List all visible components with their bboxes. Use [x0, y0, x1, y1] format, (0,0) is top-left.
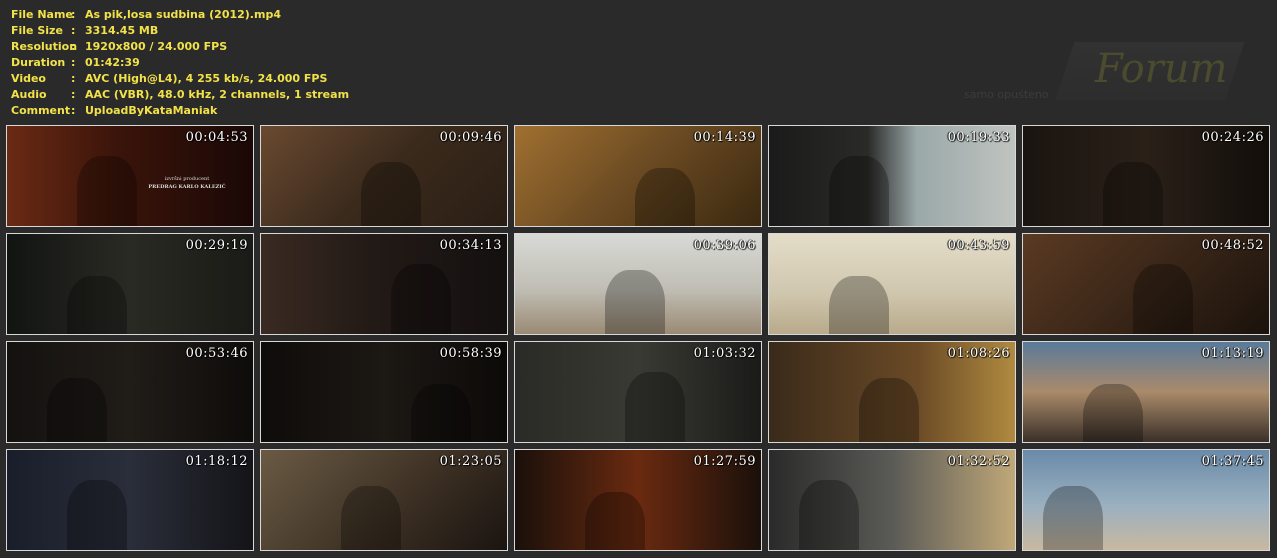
timestamp-label: 00:14:39 [693, 130, 756, 145]
scene-figure [1133, 264, 1193, 334]
scene-figure [799, 480, 859, 550]
info-separator: : [71, 72, 76, 85]
info-row: Duration:01:42:39 [11, 55, 349, 71]
info-row: Resolution:1920x800 / 24.000 FPS [11, 39, 349, 55]
info-row: Audio: AAC (VBR), 48.0 kHz, 2 channels, 1… [11, 87, 349, 103]
info-value: AVC (High@L4), 4 255 kb/s, 24.000 FPS [85, 72, 328, 85]
timestamp-label: 00:39:06 [693, 238, 756, 253]
info-value: As pik,losa sudbina (2012).mp4 [85, 8, 281, 21]
video-thumbnail: 00:09:46 [260, 125, 508, 227]
timestamp-label: 00:19:33 [947, 130, 1010, 145]
scene-figure [1043, 486, 1103, 550]
video-thumbnail: 00:29:19 [6, 233, 254, 335]
scene-figure [859, 378, 919, 442]
info-label: Audio [11, 88, 47, 101]
scene-figure [829, 276, 889, 334]
info-separator: : [71, 88, 76, 101]
info-label: File Size [11, 24, 63, 37]
watermark-title: Forum [1095, 46, 1228, 92]
info-label: Resolution [11, 40, 78, 53]
scene-figure [829, 156, 889, 226]
scene-figure [77, 156, 137, 226]
watermark-subtitle: samo opuśteno [964, 88, 1049, 101]
video-thumbnail: 00:34:13 [260, 233, 508, 335]
video-thumbnail: 00:39:06 [514, 233, 762, 335]
scene-figure [361, 162, 421, 226]
info-value: AAC (VBR), 48.0 kHz, 2 channels, 1 strea… [85, 88, 350, 101]
video-thumbnail: 01:18:12 [6, 449, 254, 551]
scene-figure [585, 492, 645, 550]
info-row: Comment: UploadByKataManiak [11, 103, 349, 119]
info-row: File Name: As pik,losa sudbina (2012).mp4 [11, 7, 349, 23]
timestamp-label: 00:29:19 [185, 238, 248, 253]
info-label: Video [11, 72, 46, 85]
video-thumbnail: 00:43:59 [768, 233, 1016, 335]
video-thumbnail: 00:14:39 [514, 125, 762, 227]
video-thumbnail: 00:53:46 [6, 341, 254, 443]
video-thumbnail: 01:37:45 [1022, 449, 1270, 551]
video-thumbnail: 00:48:52 [1022, 233, 1270, 335]
video-thumbnail: 01:32:52 [768, 449, 1016, 551]
video-thumbnail: 01:13:19 [1022, 341, 1270, 443]
scene-figure [1083, 384, 1143, 442]
info-separator: : [71, 40, 76, 53]
timestamp-label: 01:18:12 [185, 454, 248, 469]
info-row: File Size:3314.45 MB [11, 23, 349, 39]
video-thumbnail: 00:19:33 [768, 125, 1016, 227]
credit-name: PREDRAG KARLO KALEZIĆ [148, 184, 226, 190]
scene-figure [341, 486, 401, 550]
credit-text: izvršni producent PREDRAG KARLO KALEZIĆ [147, 175, 227, 191]
video-thumbnail: 01:08:26 [768, 341, 1016, 443]
forum-watermark: Forum samo opuśteno [960, 40, 1260, 110]
info-value: 3314.45 MB [85, 24, 159, 37]
file-info-panel: File Name: As pik,losa sudbina (2012).mp4… [11, 7, 349, 119]
info-label: Comment [11, 104, 71, 117]
timestamp-label: 01:13:19 [1201, 346, 1264, 361]
timestamp-label: 00:58:39 [439, 346, 502, 361]
info-value: 01:42:39 [85, 56, 140, 69]
info-separator: : [71, 104, 76, 117]
video-thumbnail: 00:58:39 [260, 341, 508, 443]
info-separator: : [71, 8, 76, 21]
video-thumbnail: 01:27:59 [514, 449, 762, 551]
timestamp-label: 00:43:59 [947, 238, 1010, 253]
info-label: File Name [11, 8, 73, 21]
timestamp-label: 00:24:26 [1201, 130, 1264, 145]
info-row: Video: AVC (High@L4), 4 255 kb/s, 24.000 … [11, 71, 349, 87]
video-thumbnail: izvršni producent PREDRAG KARLO KALEZIĆ 00… [6, 125, 254, 227]
timestamp-label: 01:27:59 [693, 454, 756, 469]
scene-figure [47, 378, 107, 442]
credit-line: izvršni producent [164, 176, 210, 182]
scene-figure [67, 480, 127, 550]
timestamp-label: 01:37:45 [1201, 454, 1264, 469]
timestamp-label: 00:04:53 [185, 130, 248, 145]
scene-figure [635, 168, 695, 226]
timestamp-label: 01:08:26 [947, 346, 1010, 361]
info-value: UploadByKataManiak [85, 104, 218, 117]
scene-figure [391, 264, 451, 334]
info-separator: : [71, 56, 76, 69]
scene-figure [605, 270, 665, 334]
info-value: 1920x800 / 24.000 FPS [85, 40, 228, 53]
video-thumbnail: 01:23:05 [260, 449, 508, 551]
info-separator: : [71, 24, 76, 37]
video-thumbnail: 01:03:32 [514, 341, 762, 443]
timestamp-label: 00:53:46 [185, 346, 248, 361]
timestamp-label: 01:23:05 [439, 454, 502, 469]
timestamp-label: 00:34:13 [439, 238, 502, 253]
video-thumbnail: 00:24:26 [1022, 125, 1270, 227]
scene-figure [1103, 162, 1163, 226]
timestamp-label: 00:09:46 [439, 130, 502, 145]
scene-figure [67, 276, 127, 334]
timestamp-label: 01:32:52 [947, 454, 1010, 469]
scene-figure [411, 384, 471, 442]
scene-figure [625, 372, 685, 442]
timestamp-label: 01:03:32 [693, 346, 756, 361]
info-label: Duration [11, 56, 66, 69]
timestamp-label: 00:48:52 [1201, 238, 1264, 253]
